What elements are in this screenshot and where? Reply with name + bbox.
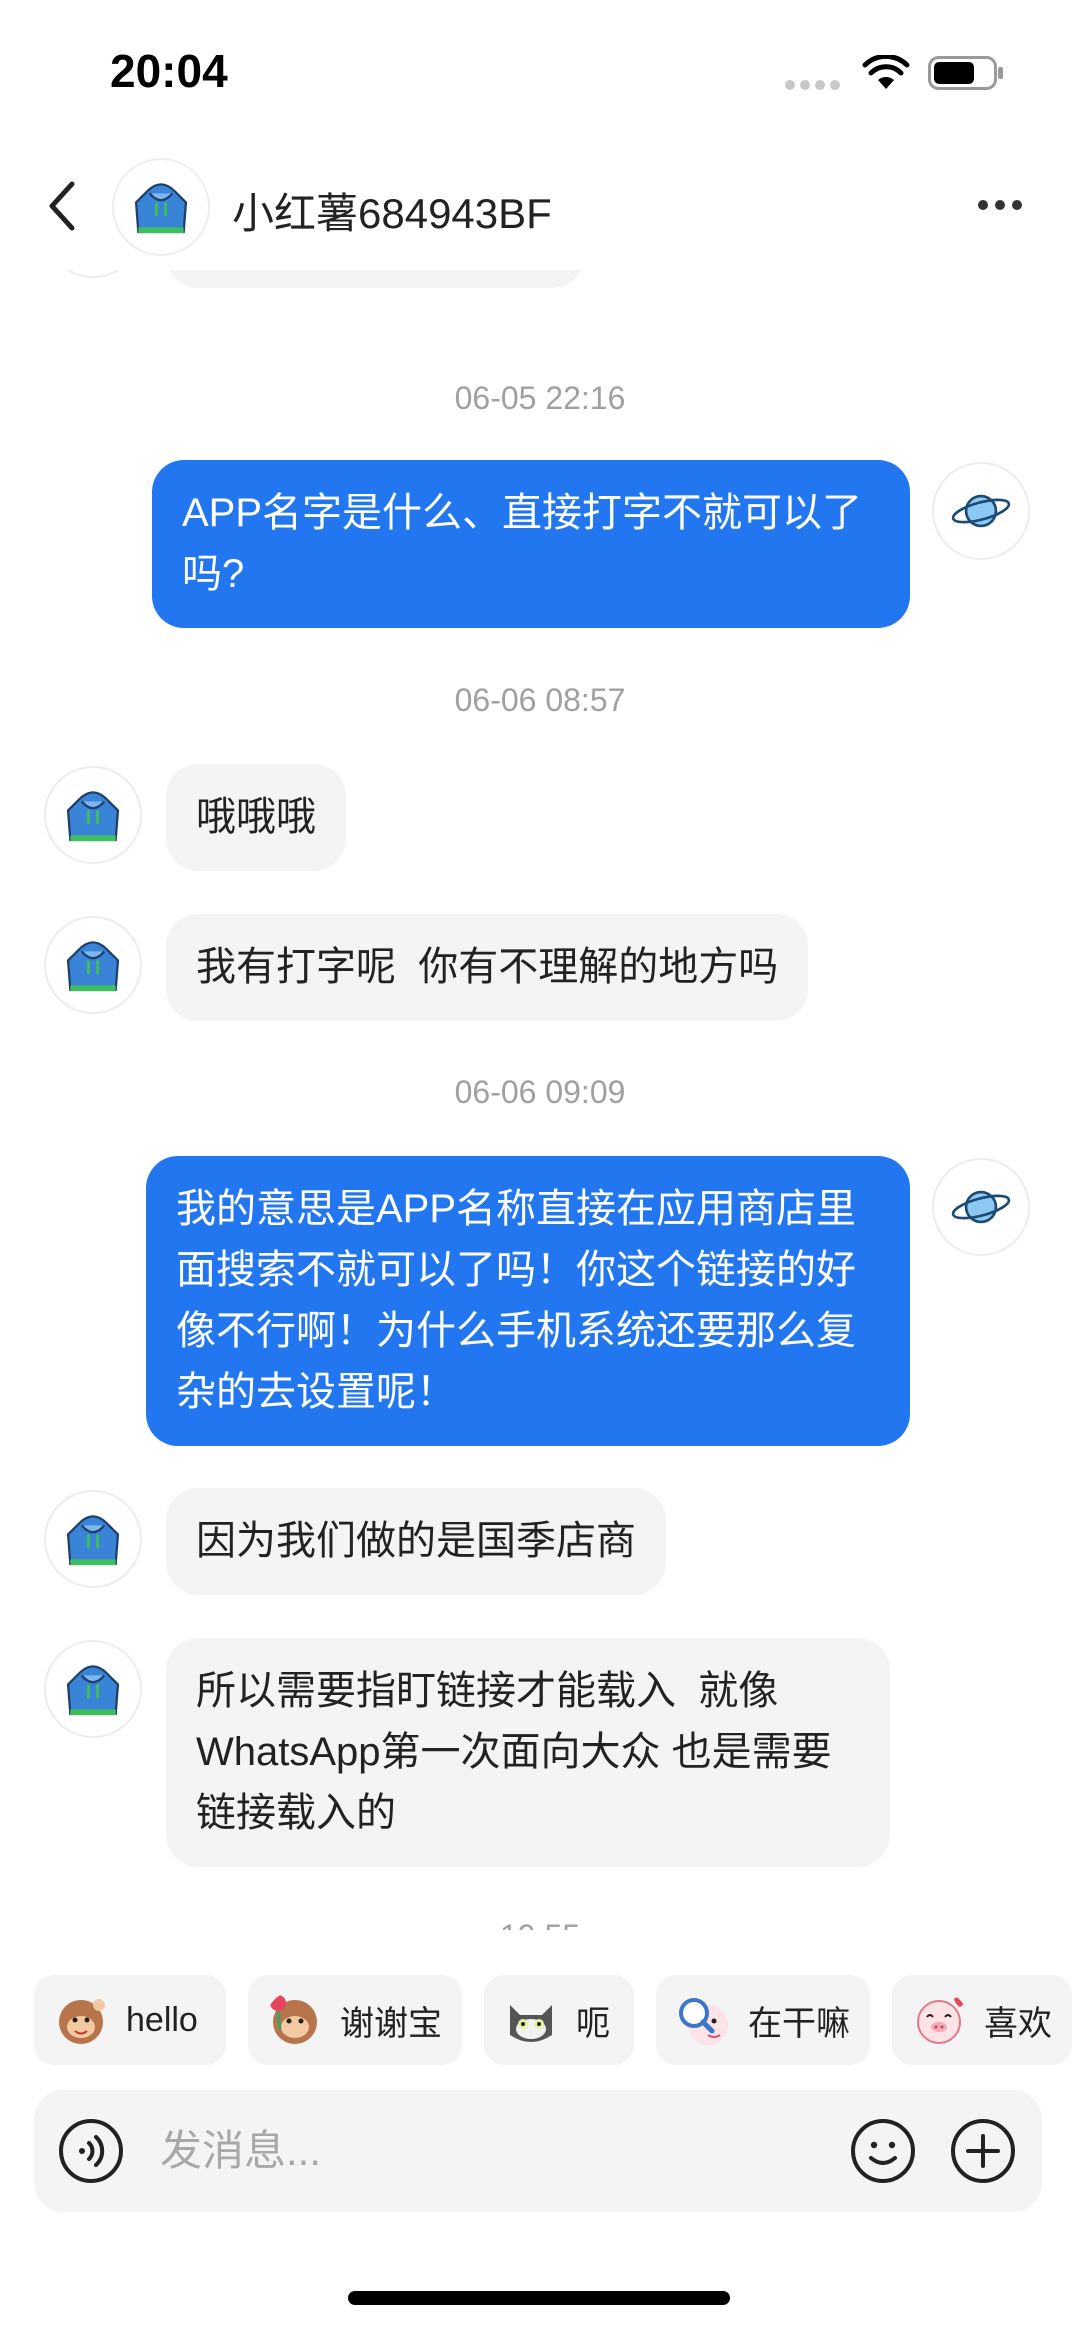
- status-bar: 20:04: [0, 0, 1080, 140]
- message-timestamp: 06-05 22:16: [454, 380, 626, 416]
- more-options-icon[interactable]: [970, 190, 1030, 220]
- wifi-icon: [862, 55, 910, 89]
- contact-avatar[interactable]: [112, 158, 210, 256]
- hoodie-avatar-icon: [66, 791, 120, 842]
- pig-love-sticker-icon: [917, 1997, 966, 2044]
- chat-header: 小红薯684943BF: [0, 140, 1080, 270]
- quick-reply-uh[interactable]: 呃: [484, 1975, 634, 2065]
- magnifier-sticker-icon: [679, 1998, 728, 2045]
- message-timestamp: 06-06 09:09: [454, 1074, 626, 1110]
- quick-reply-hello[interactable]: hello: [34, 1975, 226, 2065]
- quick-reply-what-doing[interactable]: 在干嘛: [656, 1975, 870, 2065]
- monkey-wave-sticker-icon: [59, 1999, 105, 2044]
- quick-reply-label: 呃: [576, 2004, 610, 2043]
- planet-avatar-icon: [951, 494, 1011, 528]
- quick-reply-bar: hello 谢谢宝 呃 在干嘛 喜欢: [0, 1975, 1080, 2067]
- contact-message-avatar[interactable]: [44, 270, 142, 278]
- message-timestamp: 19:55: [0, 1918, 1080, 1930]
- chat-message-list[interactable]: 06-05 22:16 APP名字是什么、直接打字不就可以了吗? 06-06 0…: [0, 270, 1080, 1930]
- quick-reply-thanks[interactable]: 谢谢宝: [248, 1975, 462, 2065]
- received-message-bubble[interactable]: 因为我们做的是国季店商: [166, 1488, 666, 1595]
- quick-reply-label: 喜欢: [984, 2004, 1052, 2043]
- hoodie-avatar-icon: [134, 183, 188, 234]
- message-timestamp: 06-06 08:57: [454, 682, 626, 718]
- hoodie-avatar-icon: [66, 1665, 120, 1716]
- quick-reply-label: 谢谢宝: [340, 2004, 442, 2043]
- battery-icon: [928, 56, 1003, 90]
- home-indicator[interactable]: [348, 2291, 730, 2305]
- contact-message-avatar[interactable]: [44, 1640, 142, 1738]
- sent-message-bubble[interactable]: 我的意思是APP名称直接在应用商店里面搜索不就可以了吗！你这个链接的好像不行啊！…: [146, 1156, 910, 1446]
- quick-reply-label: 在干嘛: [748, 2004, 850, 2043]
- message-input[interactable]: [160, 2116, 850, 2186]
- monkey-flower-sticker-icon: [270, 1995, 317, 2044]
- my-avatar[interactable]: [932, 462, 1030, 560]
- received-message-bubble[interactable]: 我有打字呢 你有不理解的地方吗: [166, 914, 809, 1021]
- received-message-bubble[interactable]: 哦哦哦: [166, 764, 346, 871]
- quick-reply-like[interactable]: 喜欢: [892, 1975, 1072, 2065]
- my-avatar[interactable]: [932, 1158, 1030, 1256]
- voice-input-icon[interactable]: [58, 2118, 124, 2184]
- back-arrow-icon[interactable]: [40, 176, 90, 236]
- contact-message-avatar[interactable]: [44, 1490, 142, 1588]
- received-message-bubble[interactable]: [166, 270, 584, 288]
- contact-message-avatar[interactable]: [44, 766, 142, 864]
- hoodie-avatar-icon: [66, 941, 120, 992]
- message-input-bar: [34, 2090, 1042, 2212]
- planet-avatar-icon: [951, 1190, 1011, 1224]
- emoji-icon[interactable]: [850, 2118, 916, 2184]
- cat-sticker-icon: [510, 2005, 552, 2042]
- sent-message-bubble[interactable]: APP名字是什么、直接打字不就可以了吗?: [152, 460, 910, 628]
- add-attachment-icon[interactable]: [950, 2118, 1016, 2184]
- status-time: 20:04: [110, 45, 228, 97]
- hoodie-avatar-icon: [66, 1515, 120, 1566]
- quick-reply-label: hello: [126, 2000, 198, 2039]
- contact-name: 小红薯684943BF: [232, 190, 552, 237]
- cellular-signal-icon: [785, 80, 841, 90]
- contact-message-avatar[interactable]: [44, 916, 142, 1014]
- received-message-bubble[interactable]: 所以需要指盯链接才能载入 就像 WhatsApp第一次面向大众 也是需要链接载入…: [166, 1638, 890, 1867]
